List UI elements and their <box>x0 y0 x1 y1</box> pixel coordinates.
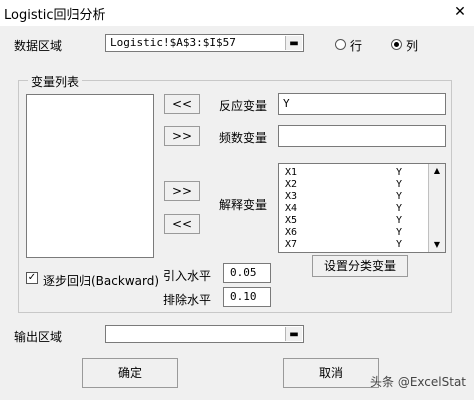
explanatory-scrollbar[interactable]: ▲ ▼ <box>428 164 445 252</box>
response-label: 反应变量 <box>219 99 268 113</box>
list-item[interactable]: X6 Y <box>285 227 421 239</box>
range-select-icon[interactable]: ▬ <box>285 327 302 341</box>
output-range-label: 输出区域 <box>14 330 63 344</box>
data-range-label: 数据区域 <box>14 39 63 53</box>
watermark: 头条 @ExcelStat <box>370 375 466 389</box>
scroll-up-icon[interactable]: ▲ <box>429 164 445 178</box>
stepwise-label: 逐步回归(Backward) <box>43 274 160 288</box>
radio-col[interactable] <box>391 39 402 50</box>
list-item[interactable]: X7 Y <box>285 239 421 251</box>
variables-group-title: 变量列表 <box>28 73 83 90</box>
list-item[interactable]: X2 Y <box>285 179 421 191</box>
remove-explanatory-button[interactable]: << <box>164 214 200 234</box>
response-value: Y <box>283 97 290 110</box>
removal-level-input[interactable]: 0.10 <box>223 287 271 307</box>
stepwise-checkbox[interactable]: ✓ <box>26 272 38 284</box>
ok-button[interactable]: 确定 <box>82 358 178 388</box>
add-frequency-button[interactable]: >> <box>164 126 200 146</box>
radio-row-label: 行 <box>350 39 363 53</box>
title-bar: Logistic回归分析 ✕ <box>0 0 474 26</box>
set-categorical-button[interactable]: 设置分类变量 <box>312 255 408 277</box>
range-select-icon[interactable]: ▬ <box>285 36 302 50</box>
frequency-label: 频数变量 <box>219 131 268 145</box>
variables-list[interactable] <box>26 94 154 258</box>
removal-level-value: 0.10 <box>230 290 257 303</box>
list-item[interactable]: X3 Y <box>285 191 421 203</box>
entry-level-label: 引入水平 <box>163 269 212 283</box>
window-title: Logistic回归分析 <box>4 8 106 23</box>
close-icon[interactable]: ✕ <box>452 4 468 20</box>
list-item[interactable]: X1 Y <box>285 167 421 179</box>
data-range-value: Logistic!$A$3:$I$57 <box>110 36 236 49</box>
cancel-button[interactable]: 取消 <box>283 358 379 388</box>
list-item[interactable]: X4 Y <box>285 203 421 215</box>
removal-level-label: 排除水平 <box>163 293 212 307</box>
frequency-input[interactable] <box>278 125 446 147</box>
explanatory-list[interactable]: X1 Y X2 Y X3 Y X4 Y X5 Y X6 Y X7 Y ▲ ▼ <box>278 163 446 253</box>
output-range-input[interactable]: ▬ <box>105 325 304 343</box>
radio-col-label: 列 <box>406 39 419 53</box>
scroll-down-icon[interactable]: ▼ <box>429 238 445 252</box>
explanatory-label: 解释变量 <box>219 198 268 212</box>
entry-level-value: 0.05 <box>230 266 257 279</box>
dialog-window: Logistic回归分析 ✕ 数据区域 Logistic!$A$3:$I$57 … <box>0 0 474 400</box>
remove-response-button[interactable]: << <box>164 94 200 114</box>
list-item[interactable]: X5 Y <box>285 215 421 227</box>
data-range-input[interactable]: Logistic!$A$3:$I$57 ▬ <box>105 34 304 52</box>
response-input[interactable]: Y <box>278 93 446 115</box>
entry-level-input[interactable]: 0.05 <box>223 263 271 283</box>
radio-row[interactable] <box>335 39 346 50</box>
add-explanatory-button[interactable]: >> <box>164 181 200 201</box>
